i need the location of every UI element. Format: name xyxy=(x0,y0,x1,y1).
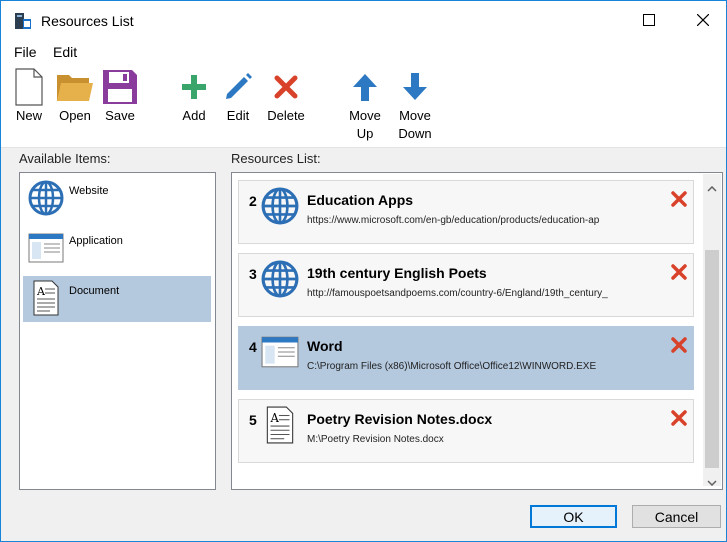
resources-list[interactable]: 2 Education Apps https://www.microsoft.c… xyxy=(231,172,723,490)
document-icon: A xyxy=(28,280,64,319)
scroll-up-icon[interactable] xyxy=(707,180,717,195)
save-disk-icon xyxy=(103,70,137,104)
add-button[interactable]: Add xyxy=(174,67,214,125)
move-up-button[interactable]: Move Up xyxy=(344,67,386,143)
vertical-scrollbar[interactable] xyxy=(703,174,721,489)
available-item-application[interactable]: Application xyxy=(23,226,211,272)
ok-label: OK xyxy=(563,508,584,525)
move-down-button[interactable]: Move Down xyxy=(393,67,437,143)
resource-card-selected[interactable]: 4 Word C:\Program Files (x86)\Microsoft … xyxy=(238,326,694,390)
scroll-thumb[interactable] xyxy=(705,250,719,468)
delete-resource-icon[interactable] xyxy=(671,191,687,210)
folder-icon xyxy=(57,75,93,101)
delete-label: Delete xyxy=(267,108,305,123)
menu-file[interactable]: File xyxy=(14,44,37,60)
resource-path: M:\Poetry Revision Notes.docx xyxy=(307,434,444,445)
globe-icon xyxy=(28,180,64,219)
pencil-icon xyxy=(226,73,252,99)
available-item-label: Website xyxy=(69,185,109,197)
globe-icon xyxy=(261,187,299,228)
resource-number: 4 xyxy=(249,339,257,355)
open-button[interactable]: Open xyxy=(53,67,97,125)
new-button[interactable]: New xyxy=(7,67,51,125)
globe-icon xyxy=(261,260,299,301)
add-label: Add xyxy=(182,108,206,123)
resource-path: http://famouspoetsandpoems.com/country-6… xyxy=(307,288,608,299)
move-down-label-line1: Move xyxy=(399,108,431,123)
available-item-label: Application xyxy=(69,235,123,247)
open-label: Open xyxy=(59,108,91,123)
application-window-icon xyxy=(28,230,64,269)
available-items-label: Available Items: xyxy=(19,151,111,166)
menu-bar: File Edit xyxy=(1,39,726,63)
resource-card[interactable]: 3 19th century English Poets http://famo… xyxy=(238,253,694,317)
resource-title: Education Apps xyxy=(307,192,414,208)
delete-x-icon xyxy=(274,75,298,99)
delete-resource-icon[interactable] xyxy=(671,264,687,283)
scroll-down-icon[interactable] xyxy=(707,474,717,489)
delete-resource-icon[interactable] xyxy=(671,337,687,356)
resource-path: https://www.microsoft.com/en-gb/educatio… xyxy=(307,215,600,226)
resource-card[interactable]: 2 Education Apps https://www.microsoft.c… xyxy=(238,180,694,244)
close-window-button[interactable] xyxy=(680,1,726,39)
edit-label: Edit xyxy=(226,108,250,123)
ok-button[interactable]: OK xyxy=(530,505,617,528)
save-button[interactable]: Save xyxy=(99,67,141,125)
app-icon xyxy=(14,12,32,30)
maximize-icon xyxy=(643,14,655,26)
resource-number: 3 xyxy=(249,266,257,282)
resource-number: 5 xyxy=(249,412,257,428)
title-bar: Resources List xyxy=(1,1,726,39)
delete-resource-icon[interactable] xyxy=(671,410,687,429)
available-item-document[interactable]: A Document xyxy=(23,276,211,322)
document-icon: A xyxy=(261,406,299,447)
move-up-label-line1: Move xyxy=(349,108,381,123)
new-label: New xyxy=(15,108,42,123)
move-up-label-line2: Up xyxy=(356,126,374,141)
arrow-up-icon xyxy=(353,74,377,101)
resource-path: C:\Program Files (x86)\Microsoft Office\… xyxy=(307,361,597,372)
resource-title: Poetry Revision Notes.docx xyxy=(307,411,493,427)
maximize-button[interactable] xyxy=(626,1,672,39)
resources-list-window: Resources List File Edit New Open Save A… xyxy=(0,0,727,542)
edit-button[interactable]: Edit xyxy=(218,67,258,125)
save-label: Save xyxy=(105,108,135,123)
menu-edit[interactable]: Edit xyxy=(53,44,77,60)
window-title: Resources List xyxy=(41,13,134,29)
toolbar: New Open Save Add Edit Delete Move Up Mo… xyxy=(1,63,726,148)
resource-number: 2 xyxy=(249,193,257,209)
resources-list-label: Resources List: xyxy=(231,151,321,166)
move-down-label-line2: Down xyxy=(398,126,432,141)
svg-text:A: A xyxy=(36,285,46,298)
resource-title: 19th century English Poets xyxy=(307,265,487,281)
cancel-label: Cancel xyxy=(654,508,699,525)
available-item-website[interactable]: Website xyxy=(23,176,211,222)
new-file-icon xyxy=(15,68,43,106)
arrow-down-icon xyxy=(403,73,427,100)
available-items-list[interactable]: Website Application A Document xyxy=(19,172,216,490)
resource-title: Word xyxy=(307,338,343,354)
resource-card[interactable]: 5 A Poetry Revision Notes.docx M:\Poetry… xyxy=(238,399,694,463)
application-window-icon xyxy=(261,333,299,374)
cancel-button[interactable]: Cancel xyxy=(632,505,721,528)
plus-icon xyxy=(182,75,206,99)
available-item-label: Document xyxy=(69,285,120,297)
close-icon xyxy=(697,14,709,26)
delete-button[interactable]: Delete xyxy=(263,67,309,125)
svg-text:A: A xyxy=(270,411,280,425)
